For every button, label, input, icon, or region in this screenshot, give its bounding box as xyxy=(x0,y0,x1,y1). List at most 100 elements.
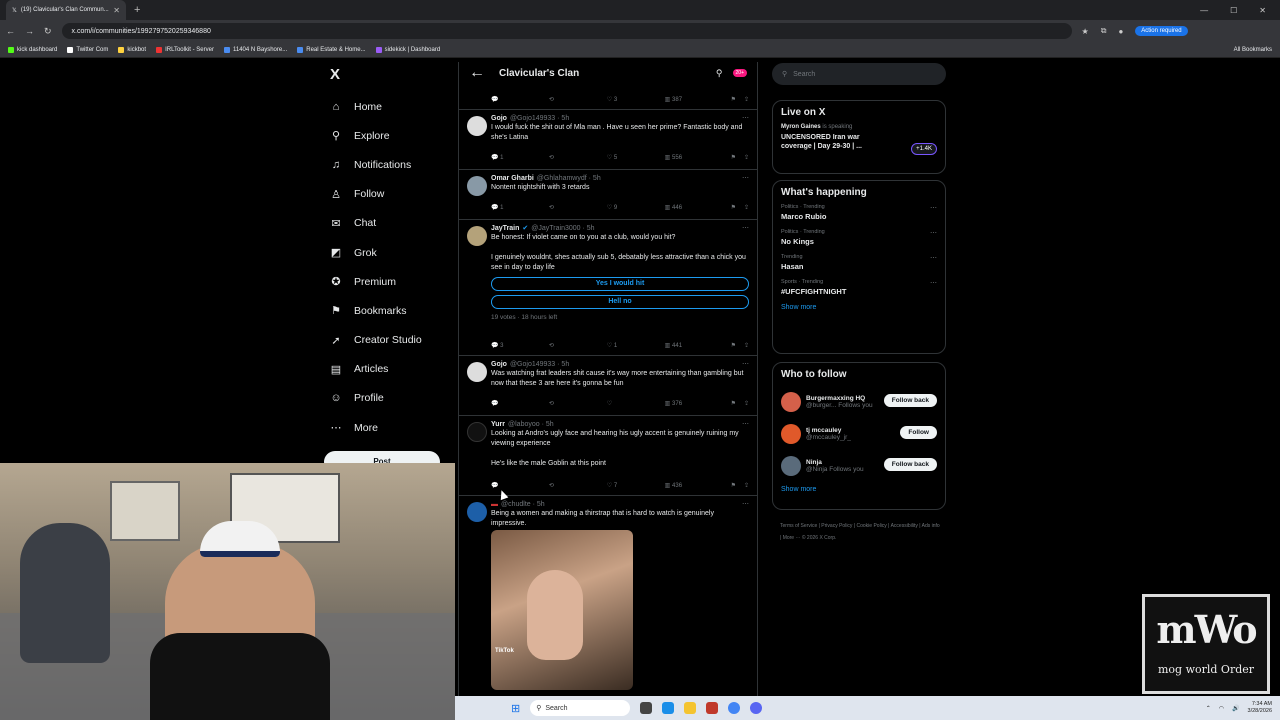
volume-icon[interactable]: 🔊 xyxy=(1232,705,1239,712)
like-icon[interactable]: ♡ 5 xyxy=(607,154,665,161)
tweet-partial[interactable]: 💬 ⟲ ♡ 3 ▥ 387 ⚑ ⇪ xyxy=(459,84,757,110)
nav-home[interactable]: ⌂ Home xyxy=(330,92,460,121)
more-icon[interactable]: ⋯ xyxy=(742,114,749,122)
like-icon[interactable]: ♡ 1 xyxy=(607,342,665,349)
live-listeners[interactable]: +1.4K xyxy=(911,143,937,155)
tweet[interactable]: Gojo @Gojo149933 · 5h ⋯ Was watching frat … xyxy=(459,356,757,416)
bookmark-item[interactable]: 11404 N Bayshore... xyxy=(223,46,287,53)
all-bookmarks[interactable]: All Bookmarks xyxy=(1234,47,1280,53)
more-icon[interactable]: ⋯ xyxy=(930,229,937,237)
reload-icon[interactable]: ↻ xyxy=(44,26,52,37)
trend-item[interactable]: Politics · Trending No Kings ⋯ xyxy=(781,229,937,246)
trend-item[interactable]: Trending Hasan ⋯ xyxy=(781,254,937,271)
more-icon[interactable]: ⋯ xyxy=(930,204,937,212)
author-name[interactable]: Gojo xyxy=(491,361,507,368)
nav-chat[interactable]: ✉ Chat xyxy=(330,209,460,238)
nav-explore[interactable]: ⚲ Explore xyxy=(330,121,460,150)
trend-item[interactable]: Politics · Trending Marco Rubio ⋯ xyxy=(781,204,937,221)
reply-icon[interactable]: 💬 xyxy=(491,482,549,489)
share-icon[interactable]: ⇪ xyxy=(744,96,749,103)
tweet[interactable]: Omar Gharbi @Ghlahamwydf · 5h ⋯ Nontent ni… xyxy=(459,170,757,220)
tray-chevron-icon[interactable]: ⌃ xyxy=(1206,705,1211,712)
nav-grok[interactable]: ◩ Grok xyxy=(330,238,460,267)
nav-notifications[interactable]: ♫ Notifications xyxy=(330,150,460,179)
reply-icon[interactable]: 💬 xyxy=(491,400,549,407)
avatar[interactable] xyxy=(781,392,801,412)
task-view-icon[interactable] xyxy=(640,702,653,714)
wifi-icon[interactable]: ◠ xyxy=(1219,705,1224,712)
browser-tab[interactable]: 𝕏 (19) Clavicular's Clan Commun... ✕ xyxy=(6,0,126,20)
search-icon[interactable]: ⚲ xyxy=(716,68,723,79)
more-icon[interactable]: ⋯ xyxy=(742,174,749,182)
footer-links[interactable]: Terms of Service | Privacy Policy | Cook… xyxy=(780,520,940,544)
show-more-link[interactable]: Show more xyxy=(781,486,937,493)
retweet-icon[interactable]: ⟲ xyxy=(549,204,607,211)
reply-icon[interactable]: 💬 1 xyxy=(491,204,549,211)
share-icon[interactable]: ⇪ xyxy=(744,400,749,407)
retweet-icon[interactable]: ⟲ xyxy=(549,96,607,103)
bookmark-icon[interactable]: ⚑ xyxy=(731,400,736,407)
reply-icon[interactable]: 💬 1 xyxy=(491,154,549,161)
bookmark-item[interactable]: sidekick | Dashboard xyxy=(375,46,440,53)
bookmark-item[interactable]: IRLToolkit - Server xyxy=(156,46,214,53)
like-icon[interactable]: ♡ xyxy=(607,400,665,407)
nav-more[interactable]: ⋯ More xyxy=(330,413,460,442)
views-icon[interactable]: ▥ 556 xyxy=(665,154,723,161)
reply-icon[interactable]: 💬 xyxy=(491,96,549,103)
show-more-link[interactable]: Show more xyxy=(781,304,937,311)
more-icon[interactable]: ⋯ xyxy=(742,224,749,232)
avatar[interactable] xyxy=(467,502,487,522)
trend-item[interactable]: Sports · Trending #UFCFIGHTNIGHT ⋯ xyxy=(781,279,937,296)
retweet-icon[interactable]: ⟲ xyxy=(549,154,607,161)
tweet-media[interactable]: ▬ @chudlte · 5h ⋯ Being a women and making… xyxy=(459,496,757,696)
bookmark-item[interactable]: Twitter Com xyxy=(67,46,108,53)
tweet-video[interactable]: TikTok xyxy=(491,530,633,690)
author-name[interactable]: JayTrain xyxy=(491,225,519,232)
retweet-icon[interactable]: ⟲ xyxy=(549,482,607,489)
views-icon[interactable]: ▥ 441 xyxy=(665,342,723,349)
bookmark-icon[interactable]: ⚑ xyxy=(731,482,736,489)
bookmark-item[interactable]: Real Estate & Home... xyxy=(297,46,366,53)
poll-option[interactable]: Hell no xyxy=(491,295,749,309)
avatar[interactable] xyxy=(467,176,487,196)
notification-badge[interactable]: 20+ xyxy=(732,69,747,77)
views-icon[interactable]: ▥ 446 xyxy=(665,204,723,211)
nav-creator-studio[interactable]: ➚ Creator Studio xyxy=(330,326,460,355)
windows-start-icon[interactable]: ⊞ xyxy=(511,702,520,715)
share-icon[interactable]: ⇪ xyxy=(744,204,749,211)
discord-icon[interactable] xyxy=(750,702,763,714)
bookmark-icon[interactable]: ⚑ xyxy=(731,342,736,349)
bookmark-item[interactable]: kick dashboard xyxy=(8,46,57,53)
author-name[interactable]: Yurr xyxy=(491,421,505,428)
follow-suggestion[interactable]: Ninja @Ninja Follows you Follow back xyxy=(781,450,937,482)
avatar[interactable] xyxy=(467,422,487,442)
bookmark-icon[interactable]: ⚑ xyxy=(731,154,736,161)
minimize-icon[interactable]: — xyxy=(1200,6,1208,15)
poll-option[interactable]: Yes I would hit xyxy=(491,277,749,291)
app-icon[interactable] xyxy=(706,702,719,714)
views-icon[interactable]: ▥ 376 xyxy=(665,400,723,407)
follow-suggestion[interactable]: tj mccauley @mccauley_jr_ Follow xyxy=(781,418,937,450)
maximize-icon[interactable]: ☐ xyxy=(1230,6,1237,15)
follow-back-button[interactable]: Follow back xyxy=(883,394,937,407)
chrome-icon[interactable] xyxy=(728,702,741,714)
avatar[interactable] xyxy=(781,424,801,444)
bookmark-icon[interactable]: ⚑ xyxy=(731,204,736,211)
avatar[interactable] xyxy=(467,362,487,382)
clock[interactable]: 7:34 AM 3/28/2026 xyxy=(1248,701,1272,715)
avatar[interactable] xyxy=(781,456,801,476)
avatar[interactable] xyxy=(467,116,487,136)
retweet-icon[interactable]: ⟲ xyxy=(549,400,607,407)
nav-follow[interactable]: ♙ Follow xyxy=(330,180,460,209)
search-input[interactable]: ⚲ Search xyxy=(772,63,946,85)
url-field[interactable]: x.com/i/communities/1992797520259346880 xyxy=(61,23,1072,39)
back-icon[interactable]: ← xyxy=(6,26,15,36)
bookmark-icon[interactable]: ⚑ xyxy=(731,96,736,103)
taskbar-search[interactable]: ⚲ Search xyxy=(530,700,631,716)
like-icon[interactable]: ♡ 9 xyxy=(607,204,665,211)
profile-icon[interactable]: ● xyxy=(1118,27,1123,36)
action-required-button[interactable]: Action required xyxy=(1135,26,1188,36)
follow-suggestion[interactable]: Burgermaxxing HQ @burger... Follows you F… xyxy=(781,386,937,418)
close-tab-icon[interactable]: ✕ xyxy=(113,6,120,15)
more-icon[interactable]: ⋯ xyxy=(742,420,749,428)
